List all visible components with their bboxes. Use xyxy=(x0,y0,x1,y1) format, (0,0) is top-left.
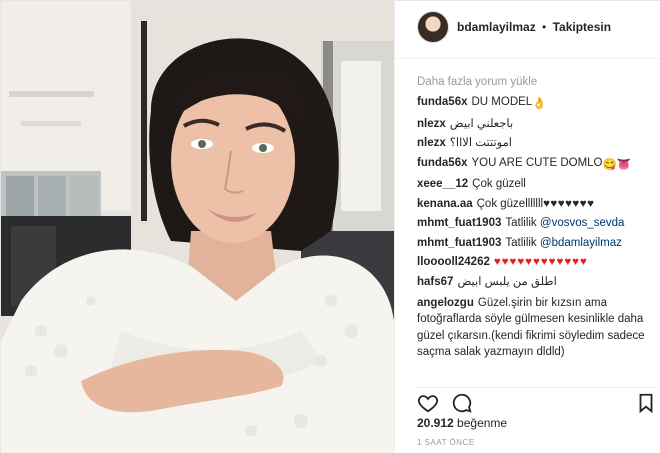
comment-list: Daha fazla yorum yükle funda56x DU MODEL👌… xyxy=(417,71,657,361)
comment-row: funda56x YOU ARE CUTE DOMLO😋👅 xyxy=(417,154,657,176)
comment-username[interactable]: kenana.aa xyxy=(417,198,473,210)
comment-text: اطلق من يلبس ابيض xyxy=(457,276,557,288)
comment-bubble-icon[interactable] xyxy=(451,392,473,414)
likes-count[interactable]: 20.912 beğenme xyxy=(417,416,507,430)
comment-text: Tatlilik xyxy=(505,217,537,229)
post-photo[interactable] xyxy=(1,1,394,453)
black-hearts-icon: ♥♥♥♥♥♥♥ xyxy=(543,197,595,210)
comment-text: Çok güzell xyxy=(472,178,526,190)
comment-row: hafs67 اطلق من يلبس ابيض xyxy=(417,273,657,293)
header-username[interactable]: bdamlayilmaz xyxy=(457,20,536,34)
comment-row: kenana.aa Çok güzelllllll♥♥♥♥♥♥♥ xyxy=(417,195,657,215)
comment-username[interactable]: llooooll24262 xyxy=(417,256,490,268)
comment-row: xeee__12 Çok güzell xyxy=(417,175,657,195)
ok-hand-emoji-icon: 👌 xyxy=(532,98,547,110)
comment-username[interactable]: funda56x xyxy=(417,157,468,169)
load-more-comments-link[interactable]: Daha fazla yorum yükle xyxy=(417,71,657,93)
comment-row: mhmt_fuat1903 Tatlilik @vosvos_sevda xyxy=(417,214,657,234)
comment-username[interactable]: angelozgu xyxy=(417,297,474,309)
instagram-post-window: bdamlayilmaz • Takiptesin Daha fazla yor… xyxy=(0,0,660,453)
comment-row: nlezx اموتتتت الااا؟ xyxy=(417,134,657,154)
post-header: bdamlayilmaz • Takiptesin xyxy=(395,1,660,59)
action-bar xyxy=(417,387,657,414)
likes-number: 20.912 xyxy=(417,416,454,430)
comment-text: YOU ARE CUTE DOMLO xyxy=(471,156,603,169)
mention-link[interactable]: @bdamlayilmaz xyxy=(540,237,622,249)
comment-row: angelozgu Güzel.şirin bir kızsın ama foto… xyxy=(417,295,657,361)
comment-username[interactable]: mhmt_fuat1903 xyxy=(417,217,501,229)
heart-outline-icon[interactable] xyxy=(417,392,439,414)
comment-row: mhmt_fuat1903 Tatlilik @bdamlayilmaz xyxy=(417,234,657,254)
face-tongue-emoji-icon: 😋👅 xyxy=(602,158,632,171)
likes-label: beğenme xyxy=(457,416,508,430)
comment-text: DU MODEL xyxy=(471,96,533,108)
comment-text: باجعلني ابيض xyxy=(449,117,514,130)
comment-username[interactable]: nlezx xyxy=(417,137,446,149)
post-side-panel: bdamlayilmaz • Takiptesin Daha fazla yor… xyxy=(394,1,660,453)
bookmark-icon[interactable] xyxy=(635,392,657,414)
comment-username[interactable]: mhmt_fuat1903 xyxy=(417,237,501,249)
comment-row: llooooll24262 ♥♥♥♥♥♥♥♥♥♥♥♥ xyxy=(417,253,657,271)
mention-link[interactable]: @vosvos_sevda xyxy=(540,217,625,229)
comment-username[interactable]: hafs67 xyxy=(417,276,453,288)
red-hearts-icon: ♥♥♥♥♥♥♥♥♥♥♥♥ xyxy=(493,256,588,268)
avatar[interactable] xyxy=(417,11,449,43)
comment-username[interactable]: xeee__12 xyxy=(417,178,468,190)
header-line: bdamlayilmaz • Takiptesin xyxy=(457,20,611,34)
portrait-illustration xyxy=(1,1,394,453)
header-separator: • xyxy=(542,20,547,34)
comment-text: Çok güzelllllll xyxy=(476,197,544,210)
comment-text: Tatlilik xyxy=(505,236,537,249)
post-timestamp: 1 SAAT ÖNCE xyxy=(417,438,475,447)
comment-username[interactable]: nlezx xyxy=(417,118,446,130)
comment-username[interactable]: funda56x xyxy=(417,96,468,108)
comment-row: nlezx باجعلني ابيض xyxy=(417,115,657,135)
follow-status-button[interactable]: Takiptesin xyxy=(553,20,611,34)
comment-row: funda56x DU MODEL👌 xyxy=(417,93,657,115)
comment-text: اموتتتت الااا؟ xyxy=(449,137,512,149)
